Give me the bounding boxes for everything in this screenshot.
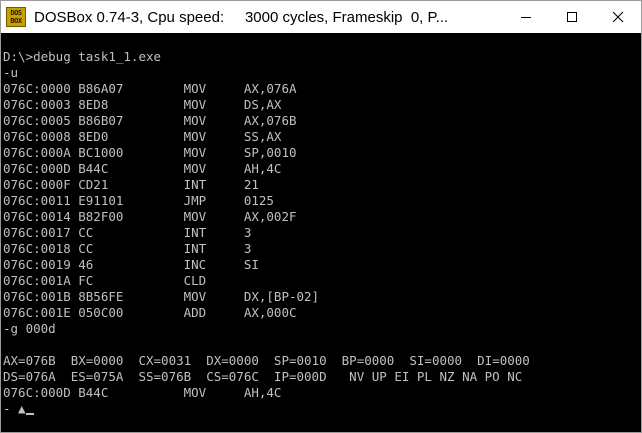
disasm-line: 076C:001A FC CLD [3,273,207,288]
disasm-line: 076C:0008 8ED0 MOV SS,AX [3,129,282,144]
app-icon-text-top: DOS [10,9,22,17]
title-bar[interactable]: DOS BOX DOSBox 0.74-3, Cpu speed: 3000 c… [1,1,641,33]
console-line-command: D:\>debug task1_1.exe [3,49,162,64]
window-title: DOSBox 0.74-3, Cpu speed: 3000 cycles, F… [34,8,449,26]
disasm-line: 076C:0000 B86A07 MOV AX,076A [3,81,297,96]
register-line-general: AX=076B BX=0000 CX=0031 DX=0000 SP=0010 … [3,353,530,368]
prompt-text: - ▲ [3,401,26,416]
maximize-icon [567,12,577,22]
disasm-line: 076C:0005 B86B07 MOV AX,076B [3,113,297,128]
app-icon-text-bottom: BOX [10,17,22,25]
dos-console[interactable]: D:\>debug task1_1.exe -u 076C:0000 B86A0… [1,33,641,432]
disasm-line: 076C:0017 CC INT 3 [3,225,252,240]
current-instruction-line: 076C:000D B44C MOV AH,4C [3,385,282,400]
disasm-line: 076C:000A BC1000 MOV SP,0010 [3,145,297,160]
close-button[interactable] [595,1,641,33]
disasm-line: 076C:001E 050C00 ADD AX,000C [3,305,297,320]
console-prompt-line[interactable]: - ▲ [3,401,34,417]
disasm-line: 076C:0003 8ED8 MOV DS,AX [3,97,282,112]
maximize-button[interactable] [549,1,595,33]
register-line-segment-flags: DS=076A ES=075A SS=076B CS=076C IP=000D … [3,369,523,384]
console-line-go-cmd: -g 000d [3,321,56,336]
disasm-line: 076C:0019 46 INC SI [3,257,259,272]
dosbox-window: DOS BOX DOSBox 0.74-3, Cpu speed: 3000 c… [0,0,642,433]
disasm-line: 076C:0011 E91101 JMP 0125 [3,193,274,208]
disasm-line: 076C:0014 B82F00 MOV AX,002F [3,209,297,224]
disasm-line: 076C:0018 CC INT 3 [3,241,252,256]
disasm-line: 076C:000F CD21 INT 21 [3,177,259,192]
text-cursor [25,413,34,415]
disasm-line: 076C:001B 8B56FE MOV DX,[BP-02] [3,289,320,304]
minimize-icon [521,17,531,18]
disasm-line: 076C:000D B44C MOV AH,4C [3,161,282,176]
console-line-unassemble-cmd: -u [3,65,19,80]
close-icon [612,11,624,23]
dosbox-app-icon[interactable]: DOS BOX [6,7,26,27]
minimize-button[interactable] [503,1,549,33]
